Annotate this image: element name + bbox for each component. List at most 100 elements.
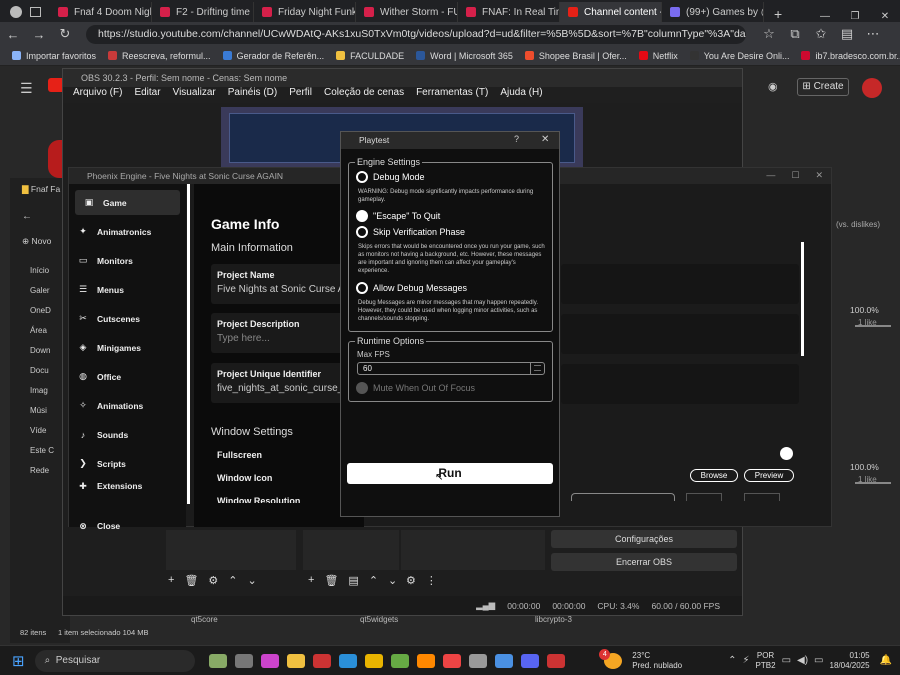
new-tab-icon[interactable]: +	[764, 6, 792, 22]
browser-tab[interactable]: Friday Night Funki✕	[254, 2, 356, 22]
explorer-nav-item[interactable]: Músi	[10, 401, 70, 421]
explorer-nav-item[interactable]: Este C	[10, 441, 70, 461]
playtest-close-icon[interactable]: ✕	[541, 134, 549, 145]
explorer-nav-item[interactable]: Galer	[10, 281, 70, 301]
explorer-nav-item[interactable]: Docu	[10, 361, 70, 381]
browser-tab[interactable]: (99+) Games by @✕	[662, 2, 764, 22]
browser-tab[interactable]: Fnaf 4 Doom Nigh✕	[50, 2, 152, 22]
obs-menu-item[interactable]: Ferramentas (T)	[416, 87, 488, 103]
delete-scene-icon[interactable]: 🗑	[184, 574, 198, 587]
taskbar-app-icon[interactable]	[286, 653, 305, 668]
taskbar-app-icon[interactable]	[260, 653, 279, 668]
taskbar-search[interactable]: ⌕ Pesquisar	[34, 649, 195, 672]
taskbar-app-icon[interactable]	[390, 653, 409, 668]
explorer-nav-item[interactable]: Down	[10, 341, 70, 361]
minimize-icon[interactable]: —	[810, 11, 840, 22]
taskbar-app-icon[interactable]	[338, 653, 357, 668]
sidebar-item-cutscenes[interactable]: ✂ Cutscenes	[69, 304, 186, 333]
skip-verification-option[interactable]: Skip Verification Phase	[356, 226, 465, 238]
windows-start-icon[interactable]: ⊞	[12, 652, 25, 670]
obs-menu-item[interactable]: Coleção de cenas	[324, 87, 404, 103]
sidebar-item-office[interactable]: ◍ Office	[69, 362, 186, 391]
account-avatar[interactable]	[862, 78, 882, 98]
resolution-height-input[interactable]	[744, 493, 780, 501]
obs-menu-item[interactable]: Editar	[134, 87, 160, 103]
mute-unfocus-radio[interactable]	[356, 382, 368, 394]
forward-icon[interactable]: →	[26, 27, 52, 42]
taskbar-app-icon[interactable]	[416, 653, 435, 668]
explorer-nav-item[interactable]: Víde	[10, 421, 70, 441]
create-button[interactable]: ⊞ Create	[797, 78, 849, 96]
preview-button[interactable]: Preview	[744, 469, 794, 482]
bookmark-item[interactable]: You Are Desire Onli...	[689, 51, 789, 61]
source-up-icon[interactable]: ⌃	[369, 574, 378, 587]
clock[interactable]: 01:05 18/04/2025	[830, 651, 870, 671]
url-input[interactable]: https://studio.youtube.com/channel/UCwWD…	[86, 24, 746, 44]
phoenix-close-icon[interactable]: ✕	[815, 170, 823, 181]
source-filters-icon[interactable]: ▤	[348, 574, 358, 587]
sidebar-item-monitors[interactable]: ▭ Monitors	[69, 246, 186, 275]
obs-exit-button[interactable]: Encerrar OBS	[551, 553, 737, 571]
taskbar-app-icon[interactable]	[364, 653, 383, 668]
add-scene-icon[interactable]: +	[168, 574, 174, 587]
phoenix-minimize-icon[interactable]: —	[766, 170, 775, 181]
scene-down-icon[interactable]: ⌄	[248, 574, 257, 587]
tab-actions-icon[interactable]	[29, 7, 41, 17]
sidebar-item-menus[interactable]: ☰ Menus	[69, 275, 186, 304]
browser-tab[interactable]: FNAF: In Real Time✕	[458, 2, 560, 22]
favorites-icon[interactable]: ✩	[808, 26, 834, 42]
tray-app-icon[interactable]: ⚡	[743, 655, 750, 666]
bookmark-item[interactable]: Gerador de Referên...	[222, 51, 324, 61]
browse-button[interactable]: Browse	[690, 469, 738, 482]
close-icon[interactable]: ✕	[870, 11, 900, 22]
max-fps-input[interactable]: 60 — —	[357, 362, 545, 375]
star-icon[interactable]: ☆	[756, 26, 782, 42]
explorer-nav-item[interactable]: Rede	[10, 461, 70, 481]
browser-tab[interactable]: F2 - Drifting time✕	[152, 2, 254, 22]
notification-bell-icon[interactable]: 🔔	[880, 655, 892, 666]
maximize-icon[interactable]: ❐	[840, 11, 870, 22]
obs-menu-item[interactable]: Visualizar	[173, 87, 216, 103]
sidebar-item-animatronics[interactable]: ✦ Animatronics	[69, 217, 186, 246]
escape-quit-option[interactable]: "Escape" To Quit	[356, 210, 440, 222]
bookmark-item[interactable]: Reescreva, reformul...	[108, 51, 211, 61]
obs-settings-button[interactable]: Configurações	[551, 530, 737, 548]
taskbar-app-icon[interactable]	[468, 653, 487, 668]
add-source-icon[interactable]: +	[308, 574, 314, 587]
sidebar-item-minigames[interactable]: ◈ Minigames	[69, 333, 186, 362]
mute-unfocus-option[interactable]: Mute When Out Of Focus	[356, 382, 475, 394]
tray-chevron-icon[interactable]: ⌃	[728, 655, 736, 666]
allow-debug-radio[interactable]	[356, 282, 368, 294]
weather-widget[interactable]: 23°C Pred. nublado	[632, 651, 682, 671]
back-icon[interactable]: ←	[0, 27, 26, 42]
menu-icon[interactable]: ⋯	[860, 26, 886, 42]
taskbar-app-icon[interactable]	[208, 653, 227, 668]
browser-tab[interactable]: Channel content -✕	[560, 2, 662, 22]
bookmark-item[interactable]: ib7.bradesco.com.br...	[801, 51, 900, 61]
obs-menu-item[interactable]: Arquivo (F)	[73, 87, 122, 103]
skip-verification-radio[interactable]	[356, 226, 368, 238]
explorer-nav-item[interactable]: OneD	[10, 301, 70, 321]
bookmark-item[interactable]: Word | Microsoft 365	[416, 51, 513, 61]
bookmark-item[interactable]: FACULDADE	[336, 51, 404, 61]
battery-icon[interactable]: ▭	[814, 655, 823, 666]
bookmark-item[interactable]: Netflix	[638, 51, 678, 61]
phoenix-maximize-icon[interactable]: ☐	[791, 170, 799, 181]
explorer-nav-item[interactable]: Início	[10, 261, 70, 281]
live-icon[interactable]: ◉	[768, 80, 786, 94]
taskbar-app-icon[interactable]	[546, 653, 565, 668]
allow-debug-option[interactable]: Allow Debug Messages	[356, 282, 467, 294]
sidebar-close-button[interactable]: ⊗ Close	[69, 514, 120, 538]
sidebar-item-extensions[interactable]: ✚ Extensions	[69, 478, 186, 494]
explorer-back-icon[interactable]: ←	[10, 195, 70, 222]
sidebar-item-sounds[interactable]: ♪ Sounds	[69, 420, 186, 449]
sidebar-scrollbar[interactable]	[187, 184, 190, 504]
weather-icon[interactable]: 4	[599, 648, 623, 669]
explorer-new-button[interactable]: ⊕ Novo	[10, 222, 70, 247]
scene-up-icon[interactable]: ⌃	[228, 574, 237, 587]
debug-mode-radio[interactable]	[356, 171, 368, 183]
sidebar-item-scripts[interactable]: ❯ Scripts	[69, 449, 186, 478]
fps-spinner-icon[interactable]: — —	[530, 362, 544, 374]
extensions-icon[interactable]: ⧉	[782, 26, 808, 42]
taskbar-app-icon[interactable]	[494, 653, 513, 668]
